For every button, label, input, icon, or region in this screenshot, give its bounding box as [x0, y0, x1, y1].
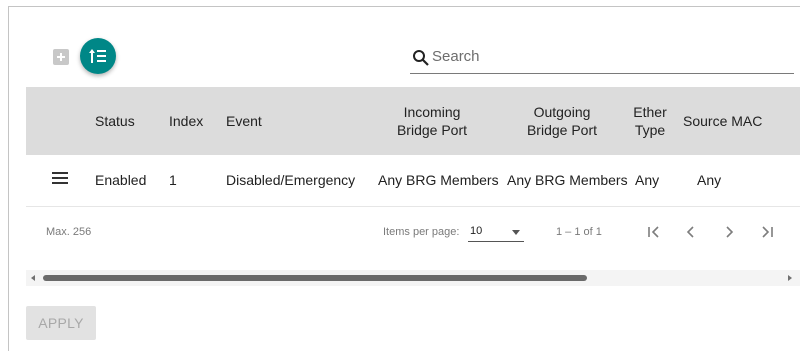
- sort-button[interactable]: [80, 38, 116, 74]
- scroll-left-arrow-icon[interactable]: [31, 275, 35, 281]
- scrollbar-thumb[interactable]: [43, 275, 587, 281]
- column-header-incoming-bridge-port[interactable]: Incoming Bridge Port: [372, 103, 492, 139]
- search-icon: [413, 50, 429, 66]
- column-header-event[interactable]: Event: [226, 112, 262, 130]
- max-entries-label: Max. 256: [46, 226, 92, 238]
- apply-button[interactable]: APPLY: [26, 306, 96, 340]
- column-header-source-mac[interactable]: Source MAC: [683, 112, 762, 130]
- cell-index: 1: [169, 172, 177, 188]
- chevron-left-icon: [686, 226, 694, 238]
- column-header-index[interactable]: Index: [169, 112, 203, 130]
- search-field[interactable]: [410, 46, 794, 74]
- cell-incoming-bridge-port: Any BRG Members: [378, 172, 499, 188]
- first-page-icon: [648, 226, 659, 238]
- horizontal-scrollbar[interactable]: [26, 270, 800, 286]
- column-header-outgoing-bridge-port[interactable]: Outgoing Bridge Port: [502, 103, 622, 139]
- table-header: Status Index Event Incoming Bridge Port …: [26, 87, 800, 155]
- last-page-icon: [762, 226, 773, 238]
- column-header-line: Type: [634, 122, 666, 138]
- page-size-select[interactable]: 10: [468, 222, 524, 242]
- page-size-value: 10: [470, 225, 483, 237]
- column-header-line: Ether: [633, 104, 667, 120]
- cell-status: Enabled: [95, 172, 147, 188]
- column-header-ether-type[interactable]: Ether Type: [630, 103, 670, 139]
- add-button[interactable]: [53, 49, 69, 65]
- cell-ether-type: Any: [635, 172, 660, 188]
- cell-outgoing-bridge-port: Any BRG Members: [507, 172, 628, 188]
- paginator: Max. 256 Items per page: 10 1 – 1 of 1: [26, 208, 800, 256]
- next-page-button[interactable]: [720, 223, 738, 241]
- page-range-label: 1 – 1 of 1: [556, 226, 602, 238]
- row-menu-icon[interactable]: [52, 172, 68, 184]
- last-page-button[interactable]: [758, 223, 776, 241]
- cell-source-mac: Any: [697, 172, 722, 188]
- table-row[interactable]: Enabled 1 Disabled/Emergency Any BRG Mem…: [26, 155, 800, 207]
- column-header-line: Incoming: [403, 104, 461, 120]
- plus-icon: [57, 53, 65, 61]
- items-per-page-label: Items per page:: [383, 226, 460, 238]
- search-input[interactable]: [432, 48, 772, 65]
- scroll-right-arrow-icon[interactable]: [788, 275, 792, 281]
- column-header-line: Bridge Port: [526, 122, 598, 138]
- dropdown-arrow-icon: [512, 230, 520, 235]
- chevron-right-icon: [726, 226, 734, 238]
- previous-page-button[interactable]: [682, 223, 700, 241]
- sort-list-icon: [89, 49, 106, 63]
- cell-event: Disabled/Emergency: [226, 172, 356, 188]
- column-header-line: Outgoing: [533, 104, 591, 120]
- column-header-line: Bridge Port: [396, 122, 468, 138]
- column-header-status[interactable]: Status: [95, 112, 135, 130]
- first-page-button[interactable]: [645, 223, 663, 241]
